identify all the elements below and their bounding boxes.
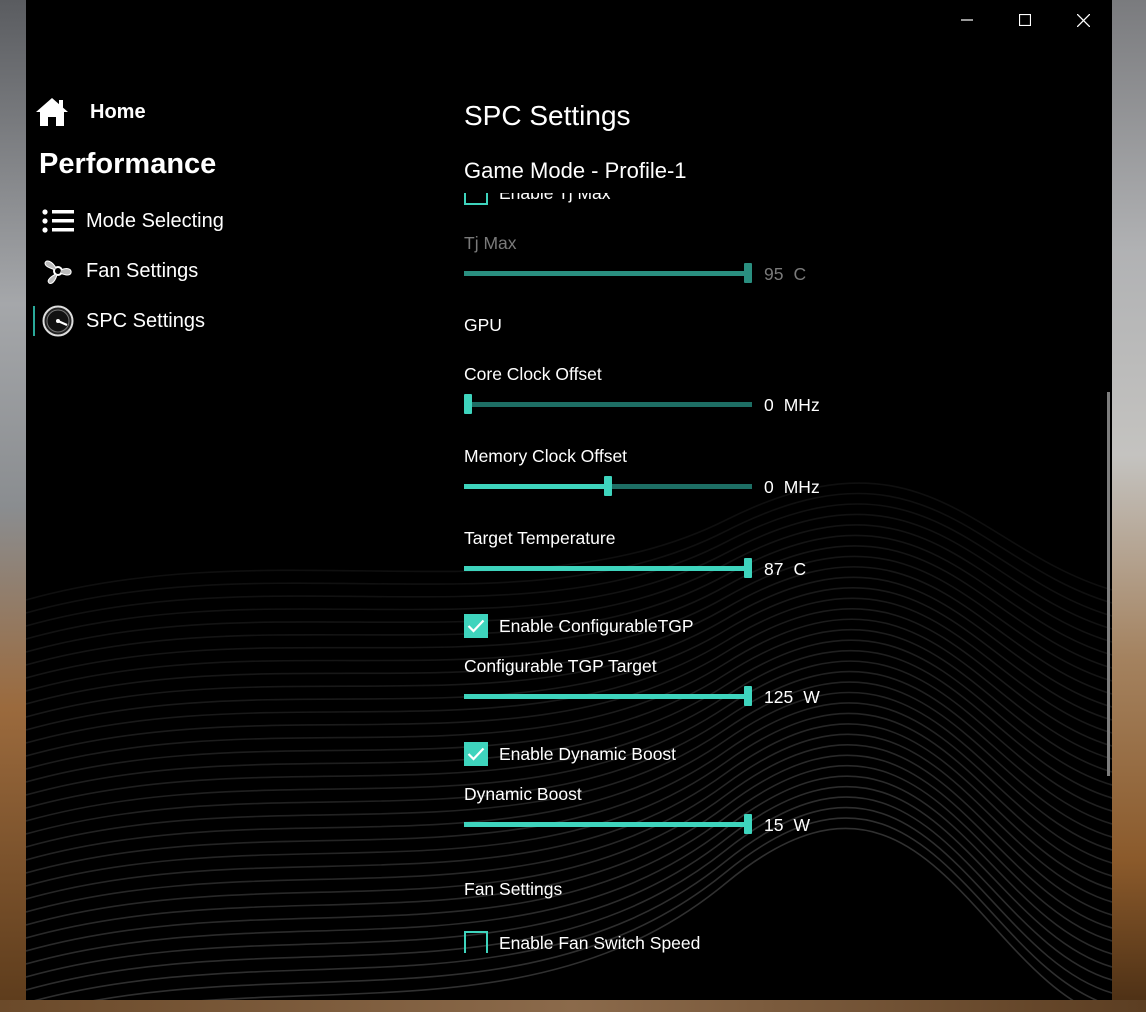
checkmark-icon (467, 747, 485, 761)
core-clock-slider[interactable] (464, 394, 754, 414)
slider-thumb[interactable] (604, 476, 612, 496)
dynamic-boost-slider[interactable] (464, 814, 754, 834)
tj-max-slider[interactable] (464, 263, 754, 283)
checkmark-icon (467, 619, 485, 633)
checkbox-box (464, 931, 488, 953)
tj-max-value: 95 C (764, 264, 807, 284)
checkbox-label: Enable ConfigurableTGP (499, 615, 694, 636)
close-button[interactable] (1054, 0, 1112, 40)
sidebar-item-label: SPC Settings (86, 309, 205, 332)
slider-fill (464, 822, 748, 827)
memory-clock-value: 0 MHz (764, 477, 820, 497)
home-label: Home (90, 100, 146, 123)
minimize-icon (961, 19, 973, 21)
maximize-button[interactable] (996, 0, 1054, 40)
app-window: Home Performance Mode Selecting Fan Sett… (26, 0, 1112, 1000)
enable-dynamic-boost-checkbox[interactable]: Enable Dynamic Boost (464, 742, 676, 766)
configurable-tgp-target-label: Configurable TGP Target (464, 656, 657, 676)
selected-nav-indicator (33, 306, 35, 336)
enable-fan-switch-speed-checkbox[interactable]: Enable Fan Switch Speed (464, 931, 700, 953)
home-icon (36, 98, 68, 126)
settings-scroll-area[interactable]: Enable Tj Max Tj Max 95C GPU Core Clock … (464, 193, 1064, 953)
core-clock-label: Core Clock Offset (464, 364, 602, 384)
sidebar-item-fan-settings[interactable]: Fan Settings (42, 255, 198, 287)
slider-fill (464, 484, 608, 489)
close-icon (1076, 13, 1090, 27)
memory-clock-slider[interactable] (464, 476, 754, 496)
target-temperature-label: Target Temperature (464, 528, 616, 548)
desktop-wallpaper-bottom (0, 1000, 1146, 1012)
checkbox-box (464, 614, 488, 638)
slider-fill (464, 694, 748, 699)
gpu-section-header: GPU (464, 315, 502, 335)
configurable-tgp-target-value: 125 W (764, 687, 820, 707)
slider-fill (464, 271, 748, 276)
slider-thumb[interactable] (744, 558, 752, 578)
enable-configurable-tgp-checkbox[interactable]: Enable ConfigurableTGP (464, 614, 694, 638)
slider-thumb[interactable] (744, 686, 752, 706)
memory-clock-label: Memory Clock Offset (464, 446, 628, 466)
page-title: SPC Settings (464, 100, 631, 131)
target-temperature-value: 87 C (764, 559, 807, 579)
core-clock-value: 0 MHz (764, 395, 820, 415)
gauge-icon (42, 305, 74, 337)
maximize-icon (1019, 14, 1031, 26)
minimize-button[interactable] (938, 0, 996, 40)
checkbox-box (464, 193, 488, 205)
checkbox-label: Enable Dynamic Boost (499, 743, 677, 764)
checkbox-label: Enable Tj Max (499, 193, 611, 204)
fan-icon (42, 255, 74, 287)
nav-home[interactable]: Home (34, 96, 146, 128)
sidebar-item-label: Fan Settings (86, 259, 199, 282)
vertical-scrollbar[interactable] (1107, 392, 1110, 776)
sidebar-item-mode-selecting[interactable]: Mode Selecting (42, 205, 224, 237)
slider-thumb[interactable] (744, 814, 752, 834)
desktop-wallpaper-left (0, 0, 26, 1012)
fan-settings-section-header: Fan Settings (464, 879, 563, 899)
checkbox-box (464, 742, 488, 766)
tj-max-label: Tj Max (464, 233, 517, 253)
slider-thumb[interactable] (464, 394, 472, 414)
list-icon (42, 205, 74, 237)
dynamic-boost-label: Dynamic Boost (464, 784, 582, 804)
slider-thumb[interactable] (744, 263, 752, 283)
section-title-performance: Performance (39, 148, 217, 180)
profile-title: Game Mode - Profile-1 (464, 158, 687, 183)
desktop-wallpaper-right (1112, 0, 1146, 1012)
slider-track (464, 402, 752, 407)
sidebar-item-spc-settings[interactable]: SPC Settings (42, 305, 205, 337)
window-controls (938, 0, 1112, 40)
slider-fill (464, 566, 748, 571)
enable-tj-max-checkbox[interactable]: Enable Tj Max (464, 193, 611, 205)
checkbox-label: Enable Fan Switch Speed (499, 932, 701, 953)
dynamic-boost-value: 15 W (764, 815, 810, 835)
sidebar-item-label: Mode Selecting (86, 209, 224, 232)
target-temperature-slider[interactable] (464, 558, 754, 578)
configurable-tgp-target-slider[interactable] (464, 686, 754, 706)
